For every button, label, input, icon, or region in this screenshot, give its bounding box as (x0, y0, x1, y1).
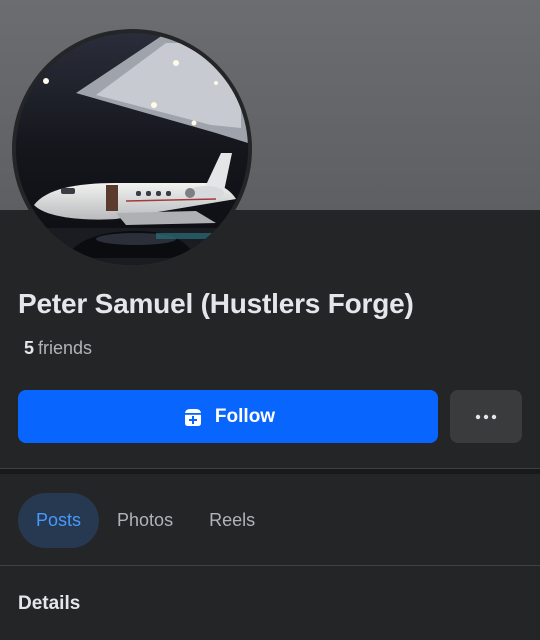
profile-picture[interactable] (16, 33, 248, 265)
details-heading: Details (18, 593, 81, 614)
profile-name: Peter Samuel (Hustlers Forge) (18, 288, 414, 319)
follow-button-label: Follow (214, 405, 276, 427)
friends-count-label: friends (38, 338, 93, 358)
tab-posts[interactable]: Posts (18, 493, 100, 548)
follow-button[interactable]: Follow (18, 390, 438, 443)
tabs-divider (0, 565, 540, 566)
tab-reels[interactable]: Reels (191, 493, 273, 548)
friends-count[interactable]: 5 friends (24, 338, 92, 359)
friends-count-number: 5 (24, 338, 35, 358)
profile-picture-frame[interactable] (12, 29, 252, 269)
private-jet-photo (16, 33, 248, 265)
follow-plus-icon (181, 405, 205, 429)
profile-tabs: Posts Photos Reels (18, 493, 273, 548)
more-options-button[interactable] (450, 390, 522, 443)
tab-photos[interactable]: Photos (99, 493, 191, 548)
section-divider (0, 468, 540, 474)
ellipsis-icon (474, 409, 498, 424)
